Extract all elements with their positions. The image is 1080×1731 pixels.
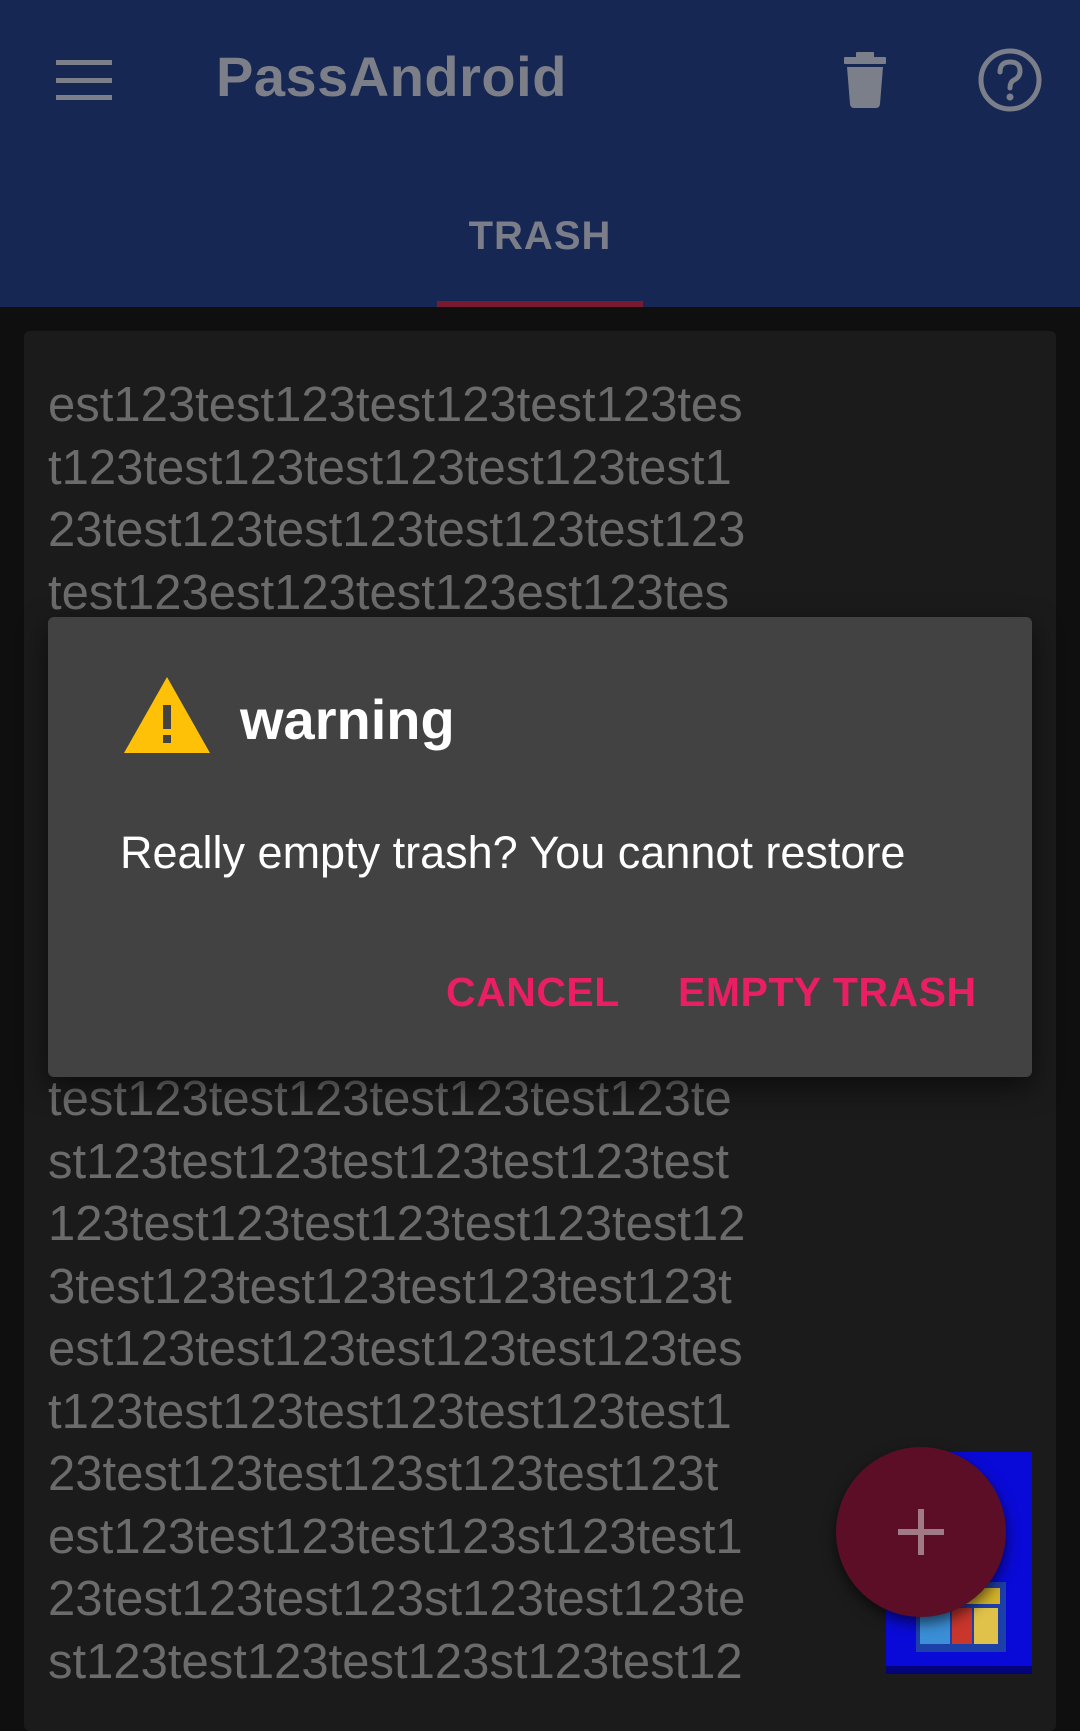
card-text-top: est123test123test123test123tes t123test1… (48, 378, 746, 620)
trash-icon (844, 52, 886, 108)
cancel-button[interactable]: CANCEL (446, 969, 620, 1016)
app-bar: PassAndroid TRASH (0, 0, 1080, 307)
empty-trash-button[interactable]: EMPTY TRASH (678, 969, 977, 1016)
delete-button[interactable] (830, 40, 900, 120)
dialog-title: warning (240, 688, 455, 751)
help-button[interactable] (970, 40, 1050, 120)
tab-trash-label: TRASH (468, 214, 612, 258)
empty-trash-dialog: warning Really empty trash? You cannot r… (48, 617, 1032, 1077)
warning-icon (124, 677, 210, 753)
add-fab-button[interactable] (836, 1447, 1006, 1617)
tab-trash[interactable]: TRASH (437, 200, 643, 307)
plus-icon (898, 1509, 944, 1555)
dialog-message: Really empty trash? You cannot restore (120, 827, 906, 878)
app-title: PassAndroid (216, 45, 567, 108)
help-circle-icon (978, 48, 1042, 112)
card-text-bottom: test123test123test123test123te st123test… (48, 1072, 746, 1689)
tab-indicator (437, 301, 643, 307)
menu-button[interactable] (48, 50, 120, 110)
menu-icon (56, 60, 112, 100)
